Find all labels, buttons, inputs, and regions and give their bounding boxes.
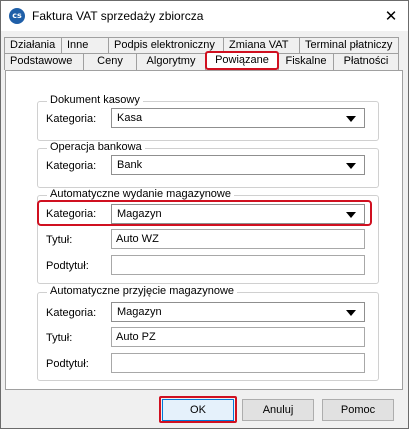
bank-category-value: Bank xyxy=(117,159,143,171)
cash-category-dropdown[interactable]: Kasa xyxy=(111,108,365,128)
tab-panel-powiazane: Dokument kasowy Kategoria: Kasa Operacja… xyxy=(5,70,403,390)
help-button[interactable]: Pomoc xyxy=(322,399,394,421)
issue-subtitle-input[interactable] xyxy=(112,256,364,274)
tab-podstawowe[interactable]: Podstawowe xyxy=(4,53,84,70)
chevron-down-icon xyxy=(346,163,356,169)
receipt-title-label: Tytuł: xyxy=(46,332,73,344)
receipt-subtitle-label: Podtytuł: xyxy=(46,358,89,370)
tab-inne[interactable]: Inne xyxy=(61,37,109,54)
window-title: Faktura VAT sprzedaży zbiorcza xyxy=(32,9,204,23)
receipt-title-field[interactable] xyxy=(111,327,365,347)
receipt-category-dropdown[interactable]: Magazyn xyxy=(111,302,365,322)
highlight-issue-category xyxy=(37,200,372,226)
issue-title-input[interactable] xyxy=(112,230,364,248)
cash-category-label: Kategoria: xyxy=(46,113,97,125)
issue-title-field[interactable] xyxy=(111,229,365,249)
bank-category-dropdown[interactable]: Bank xyxy=(111,155,365,175)
issue-subtitle-label: Podtytuł: xyxy=(46,260,89,272)
group-title-receipt: Automatyczne przyjęcie magazynowe xyxy=(47,285,238,297)
dialog-window: cs Faktura VAT sprzedaży zbiorcza ✕ Dzia… xyxy=(0,0,409,429)
group-title-bank: Operacja bankowa xyxy=(47,141,145,153)
close-button[interactable]: ✕ xyxy=(382,7,400,25)
app-logo-icon: cs xyxy=(9,8,25,24)
issue-title-label: Tytuł: xyxy=(46,234,73,246)
tab-terminal-platniczy[interactable]: Terminal płatniczy xyxy=(299,37,399,54)
tab-powiazane[interactable]: Powiązane xyxy=(205,51,279,70)
cancel-button[interactable]: Anuluj xyxy=(242,399,314,421)
tab-dzialania[interactable]: Działania xyxy=(4,37,62,54)
ok-button[interactable]: OK xyxy=(162,399,234,421)
group-title-cash: Dokument kasowy xyxy=(47,94,143,106)
tab-ceny[interactable]: Ceny xyxy=(83,53,137,70)
tab-platnosci[interactable]: Płatności xyxy=(333,53,399,70)
bank-category-label: Kategoria: xyxy=(46,160,97,172)
receipt-subtitle-field[interactable] xyxy=(111,353,365,373)
receipt-category-label: Kategoria: xyxy=(46,307,97,319)
receipt-subtitle-input[interactable] xyxy=(112,354,364,372)
tab-row-front: Podstawowe Ceny Algorytmy Powiązane Fisk… xyxy=(4,51,399,70)
chevron-down-icon xyxy=(346,116,356,122)
tab-row-back: Działania Inne Podpis elektroniczny Zmia… xyxy=(4,37,399,54)
title-bar[interactable]: cs Faktura VAT sprzedaży zbiorcza ✕ xyxy=(1,1,408,31)
cash-category-value: Kasa xyxy=(117,112,143,124)
receipt-title-input[interactable] xyxy=(112,328,364,346)
issue-subtitle-field[interactable] xyxy=(111,255,365,275)
receipt-category-value: Magazyn xyxy=(117,306,162,318)
chevron-down-icon xyxy=(346,310,356,316)
tab-fiskalne[interactable]: Fiskalne xyxy=(278,53,334,70)
tab-algorytmy[interactable]: Algorytmy xyxy=(136,53,206,70)
group-title-issue: Automatyczne wydanie magazynowe xyxy=(47,188,234,200)
